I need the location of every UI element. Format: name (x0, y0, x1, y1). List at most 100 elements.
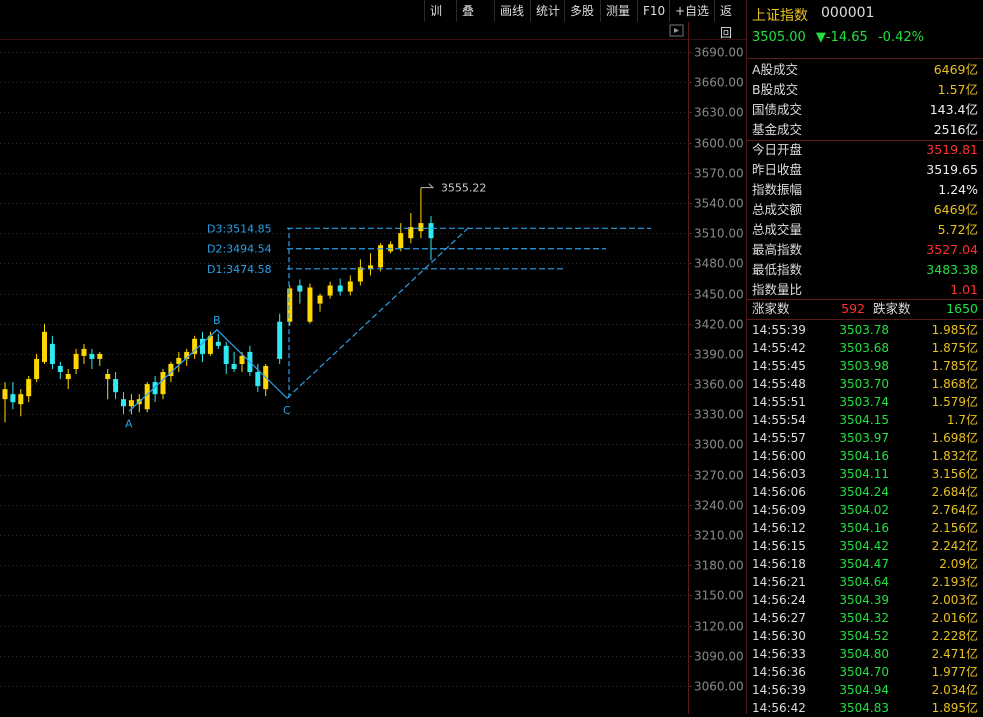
tick-row: 14:56:03 3504.11 3.156亿 (747, 465, 983, 483)
stat-value: 3519.81 (926, 142, 978, 157)
index-code: 000001 (821, 5, 875, 21)
stat-value: 1.24% (938, 182, 978, 197)
stat-label: 昨日收盘 (752, 162, 803, 177)
stat-row: 今日开盘 3519.81 (747, 140, 983, 160)
y-tick-label: 3180.00 (694, 559, 744, 573)
candle-body (398, 233, 404, 249)
down-count-value: 1650 (946, 301, 978, 316)
tick-volume: 2.242亿 (931, 539, 978, 553)
kline-chart[interactable]: 3690.00 3660.00 3630.00 3600.00 3570.00 3540.… (0, 22, 746, 714)
tick-row: 14:55:48 3503.70 1.868亿 (747, 375, 983, 393)
toolbar-button[interactable]: 画线 (494, 0, 529, 22)
stat-row: 最低指数 3483.38 (747, 260, 983, 280)
tick-time: 14:56:33 (752, 647, 806, 661)
tick-volume: 1.875亿 (931, 341, 978, 355)
tick-price: 3504.24 (839, 485, 889, 499)
candle-body (215, 341, 221, 346)
y-tick-label: 3060.00 (694, 680, 744, 694)
candle-body (97, 353, 103, 359)
toolbar-button[interactable]: 统计 (530, 0, 565, 22)
candle-body (105, 374, 111, 380)
candle-body (128, 400, 134, 407)
stat-row: 基金成交 2516亿 (747, 120, 983, 140)
tick-volume: 1.895亿 (931, 701, 978, 715)
tick-row: 14:56:15 3504.42 2.242亿 (747, 537, 983, 555)
candle-body (26, 379, 32, 397)
y-tick-label: 3150.00 (694, 589, 744, 603)
tick-row: 14:56:12 3504.16 2.156亿 (747, 519, 983, 537)
tick-row: 14:55:57 3503.97 1.698亿 (747, 429, 983, 447)
candle-body (297, 285, 303, 292)
toolbar-button[interactable]: F10 (637, 0, 667, 22)
stat-label: B股成交 (752, 82, 799, 97)
candle-up[interactable] (287, 285, 293, 326)
high-marker-label: 3555.22 (441, 182, 487, 195)
candle-body (317, 295, 323, 304)
tick-time: 14:55:51 (752, 395, 806, 409)
stat-value: 2516亿 (933, 122, 978, 137)
y-tick-label: 3300.00 (694, 438, 744, 452)
tick-volume: 2.684亿 (931, 485, 978, 499)
toolbar-button[interactable]: 多股 (564, 0, 599, 22)
tick-row: 14:55:39 3503.78 1.985亿 (747, 321, 983, 339)
tick-volume: 2.003亿 (931, 593, 978, 607)
quote-panel: 上证指数 000001 3505.00 ▼-14.65 -0.42% A股成交 6… (746, 0, 983, 715)
y-tick-label: 3360.00 (694, 378, 744, 392)
tick-price: 3503.98 (839, 359, 889, 373)
stat-value: 1.01 (950, 282, 978, 297)
stat-label: A股成交 (752, 62, 799, 77)
candle-body (207, 335, 213, 354)
stat-row: 指数振幅 1.24% (747, 180, 983, 200)
price-line: 3505.00 ▼-14.65 -0.42% (752, 30, 924, 45)
price-change: -14.65 (825, 30, 868, 45)
tick-time: 14:56:39 (752, 683, 806, 697)
y-tick-label: 3390.00 (694, 348, 744, 362)
candle-body (73, 353, 79, 369)
stat-value: 3519.65 (926, 162, 978, 177)
stat-value: 5.72亿 (937, 222, 978, 237)
tick-row: 14:56:39 3504.94 2.034亿 (747, 681, 983, 699)
current-price: 3505.00 (752, 30, 806, 45)
kline-chart-svg[interactable]: 3690.00 3660.00 3630.00 3600.00 3570.00 3540.… (0, 22, 746, 714)
stat-value: 3483.38 (926, 262, 978, 277)
divider (747, 319, 983, 320)
tick-price: 3504.42 (839, 539, 889, 553)
tick-row: 14:56:00 3504.16 1.832亿 (747, 447, 983, 465)
tick-volume: 1.785亿 (931, 359, 978, 373)
target-level-label: D2:3494.54 (207, 243, 272, 256)
divider (747, 58, 983, 59)
y-tick-label: 3450.00 (694, 288, 744, 302)
stat-row: 最高指数 3527.04 (747, 240, 983, 260)
toolbar-button[interactable]: 测量 (600, 0, 636, 22)
stat-label: 今日开盘 (752, 142, 803, 157)
stat-value: 6469亿 (933, 202, 978, 217)
y-tick-label: 3240.00 (694, 499, 744, 513)
tick-price: 3503.78 (839, 323, 889, 337)
tick-row: 14:56:09 3504.02 2.764亿 (747, 501, 983, 519)
candle-up[interactable] (144, 382, 150, 413)
tick-time: 14:55:54 (752, 413, 806, 427)
y-tick-label: 3270.00 (694, 469, 744, 483)
tick-row: 14:56:33 3504.80 2.471亿 (747, 645, 983, 663)
tick-volume: 1.977亿 (931, 665, 978, 679)
tick-time: 14:56:27 (752, 611, 806, 625)
y-tick-label: 3540.00 (694, 197, 744, 211)
stat-row: B股成交 1.57亿 (747, 80, 983, 100)
tick-row: 14:55:45 3503.98 1.785亿 (747, 357, 983, 375)
candle-up[interactable] (307, 283, 313, 324)
tick-time: 14:55:39 (752, 323, 806, 337)
candle-up[interactable] (378, 243, 384, 272)
toolbar-button[interactable]: 训练 (424, 0, 456, 40)
candle-body (10, 394, 16, 403)
tick-time: 14:56:06 (752, 485, 806, 499)
tick-volume: 3.156亿 (931, 467, 978, 481)
toolbar-button[interactable]: +自选 (669, 0, 715, 22)
toolbar-button[interactable]: 叠加 (456, 0, 488, 40)
candle-body (34, 358, 40, 380)
down-count-label: 跌家数 (873, 301, 911, 316)
y-tick-label: 3480.00 (694, 257, 744, 271)
toolbar-button[interactable]: 返回 (714, 0, 746, 40)
stat-label: 指数量比 (752, 282, 803, 297)
tick-row: 14:55:51 3503.74 1.579亿 (747, 393, 983, 411)
tick-price: 3503.97 (839, 431, 889, 445)
